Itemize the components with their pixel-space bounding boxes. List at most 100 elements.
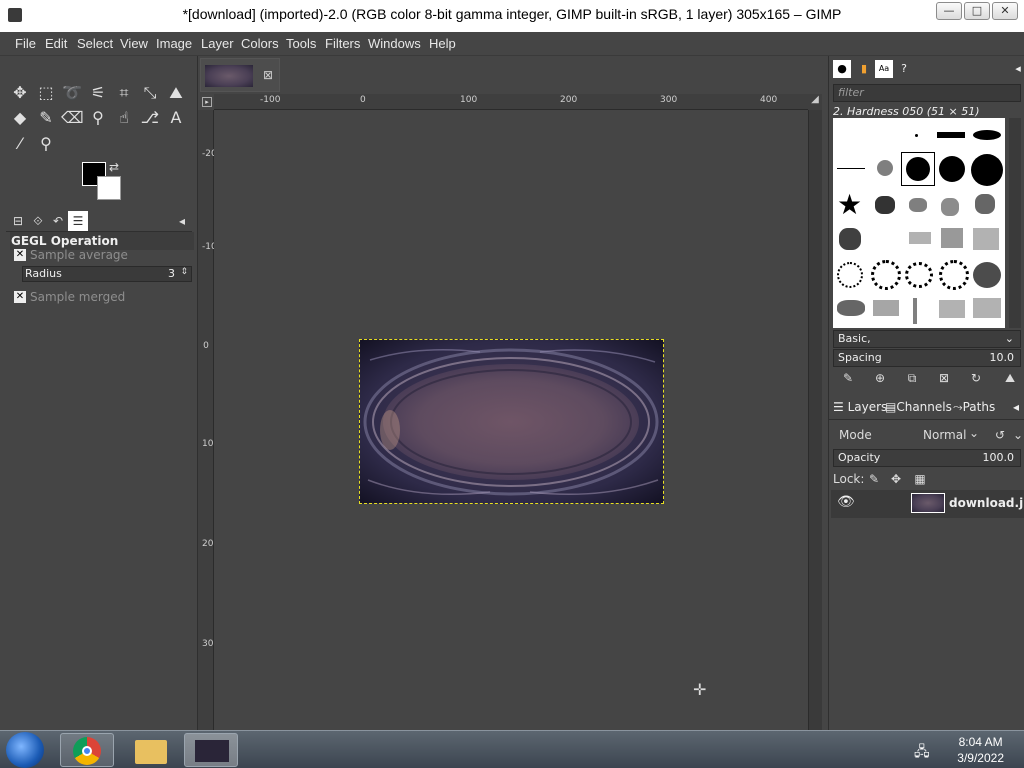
transform-icon[interactable]: ⤡ bbox=[139, 82, 161, 104]
brush-item[interactable] bbox=[871, 260, 901, 290]
brush-item[interactable] bbox=[939, 156, 965, 182]
configure-dock-icon[interactable]: ◂ bbox=[1009, 60, 1024, 78]
spinner-arrows-icon[interactable]: ⇕ bbox=[180, 267, 188, 277]
brush-item[interactable] bbox=[973, 262, 1001, 288]
configure-tab-icon[interactable]: ◂ bbox=[172, 211, 192, 231]
explorer-taskbar-button[interactable] bbox=[122, 733, 176, 767]
brush-item[interactable] bbox=[837, 168, 865, 169]
tab-layers[interactable]: ☰ Layers bbox=[833, 400, 887, 414]
crop-icon[interactable]: ⌗ bbox=[113, 82, 135, 104]
device-status-tab-icon[interactable]: ⟐ bbox=[28, 211, 48, 231]
zoom-icon[interactable]: ⚲ bbox=[35, 133, 57, 155]
chrome-taskbar-button[interactable] bbox=[60, 733, 114, 767]
patterns-tab-icon[interactable]: ▮ bbox=[855, 60, 873, 78]
new-brush-icon[interactable]: ⊕ bbox=[871, 369, 889, 387]
brush-preset-select[interactable]: Basic, ⌄ bbox=[833, 330, 1021, 348]
network-icon[interactable]: 🖧 bbox=[914, 741, 930, 765]
open-as-image-icon[interactable]: ⛰ bbox=[1001, 369, 1019, 387]
delete-brush-icon[interactable]: ⊠ bbox=[935, 369, 953, 387]
menu-layer[interactable]: Layer bbox=[201, 36, 234, 51]
brush-item[interactable] bbox=[905, 262, 933, 288]
tool-options-tab-icon[interactable]: ⊟ bbox=[8, 211, 28, 231]
paths-icon[interactable]: ⎇ bbox=[139, 107, 161, 129]
bucket-fill-icon[interactable]: ◆ bbox=[9, 107, 31, 129]
edit-brush-icon[interactable]: ✎ bbox=[839, 369, 857, 387]
gimp-taskbar-button[interactable] bbox=[184, 733, 238, 767]
brushes-tab-icon[interactable]: ● bbox=[833, 60, 851, 78]
minimize-button[interactable]: — bbox=[936, 2, 962, 20]
brush-item[interactable] bbox=[937, 132, 965, 138]
menu-tools[interactable]: Tools bbox=[286, 36, 316, 51]
menu-help[interactable]: Help bbox=[429, 36, 456, 51]
brush-grid[interactable]: ★ bbox=[833, 118, 1005, 328]
menu-edit[interactable]: Edit bbox=[45, 36, 67, 51]
brush-item[interactable] bbox=[973, 298, 1001, 318]
layer-mode-select[interactable]: Mode Normal ⌄ bbox=[833, 424, 989, 446]
lasso-icon[interactable]: ➰ bbox=[61, 82, 83, 104]
text-tool-icon[interactable]: A bbox=[165, 107, 187, 129]
brush-item[interactable] bbox=[873, 300, 899, 316]
layer-row[interactable]: 👁 download.jpg bbox=[831, 490, 1024, 518]
menu-colors[interactable]: Colors bbox=[241, 36, 279, 51]
brush-item[interactable] bbox=[939, 260, 969, 290]
brush-item[interactable] bbox=[877, 160, 893, 176]
brush-item[interactable] bbox=[971, 154, 1003, 186]
quick-mask-icon[interactable]: ▸ bbox=[202, 97, 212, 107]
rect-select-icon[interactable]: ⬚ bbox=[35, 82, 57, 104]
brush-item[interactable] bbox=[909, 232, 931, 244]
sample-average-checkbox[interactable]: ✕ bbox=[14, 249, 26, 261]
tab-channels[interactable]: ▤Channels bbox=[885, 400, 952, 414]
brush-item[interactable] bbox=[909, 198, 927, 212]
clone-icon[interactable]: ⚲ bbox=[87, 107, 109, 129]
brush-grid-scrollbar[interactable] bbox=[1009, 118, 1021, 328]
start-button[interactable] bbox=[6, 732, 44, 768]
color-picker-icon[interactable]: ⁄ bbox=[9, 133, 31, 155]
menu-image[interactable]: Image bbox=[156, 36, 192, 51]
zoom-lock-icon[interactable]: ◢ bbox=[808, 94, 822, 110]
image-canvas[interactable] bbox=[359, 339, 664, 504]
brush-item[interactable] bbox=[837, 262, 863, 288]
spacing-slider[interactable]: Spacing 10.0 bbox=[833, 349, 1021, 367]
tab-paths[interactable]: ⤳Paths bbox=[953, 400, 995, 415]
menu-file[interactable]: File bbox=[15, 36, 36, 51]
brush-item[interactable] bbox=[941, 228, 963, 248]
lock-position-icon[interactable]: ✥ bbox=[887, 470, 905, 488]
reset-mode-icon[interactable]: ↺ bbox=[991, 426, 1009, 444]
brush-item[interactable] bbox=[915, 134, 918, 137]
brush-item[interactable] bbox=[939, 300, 965, 318]
visibility-eye-icon[interactable]: 👁 bbox=[837, 494, 855, 510]
brush-item[interactable] bbox=[875, 196, 895, 214]
images-tab-icon[interactable]: ☰ bbox=[68, 211, 88, 231]
brush-item[interactable] bbox=[973, 228, 999, 250]
brush-item[interactable] bbox=[975, 194, 995, 214]
paintbrush-icon[interactable]: ✎ bbox=[35, 107, 57, 129]
document-history-tab-icon[interactable]: ? bbox=[895, 60, 913, 78]
fonts-tab-icon[interactable]: Aa bbox=[875, 60, 893, 78]
move-tool-icon[interactable]: ✥ bbox=[9, 82, 31, 104]
smudge-icon[interactable]: ☝ bbox=[113, 107, 135, 129]
system-clock[interactable]: 8:04 AM 3/9/2022 bbox=[957, 734, 1004, 766]
menu-windows[interactable]: Windows bbox=[368, 36, 421, 51]
brush-item[interactable] bbox=[837, 300, 865, 316]
chevron-down-icon[interactable]: ⌄ bbox=[1009, 426, 1024, 444]
menu-select[interactable]: Select bbox=[77, 36, 113, 51]
background-color-swatch[interactable] bbox=[97, 176, 121, 200]
brush-item[interactable] bbox=[941, 198, 959, 216]
menu-view[interactable]: View bbox=[120, 36, 148, 51]
maximize-button[interactable]: □ bbox=[964, 2, 990, 20]
configure-layers-icon[interactable]: ◂ bbox=[1013, 400, 1019, 414]
radius-spinbox[interactable]: Radius 3 ⇕ bbox=[22, 266, 192, 282]
swap-colors-icon[interactable]: ⇄ bbox=[109, 160, 119, 174]
lock-pixels-icon[interactable]: ✎ bbox=[865, 470, 883, 488]
star-brush-icon[interactable]: ★ bbox=[837, 188, 862, 221]
vertical-scrollbar[interactable] bbox=[808, 110, 822, 730]
eraser-icon[interactable]: ⌫ bbox=[61, 107, 84, 129]
opacity-slider[interactable]: Opacity 100.0 bbox=[833, 449, 1021, 467]
brush-filter-input[interactable]: filter bbox=[833, 84, 1021, 102]
menu-filters[interactable]: Filters bbox=[325, 36, 360, 51]
close-button[interactable]: ✕ bbox=[992, 2, 1018, 20]
brush-item[interactable] bbox=[906, 157, 930, 181]
image-tab[interactable]: ⊠ bbox=[200, 58, 280, 92]
refresh-brushes-icon[interactable]: ↻ bbox=[967, 369, 985, 387]
lock-alpha-icon[interactable]: ▦ bbox=[911, 470, 929, 488]
